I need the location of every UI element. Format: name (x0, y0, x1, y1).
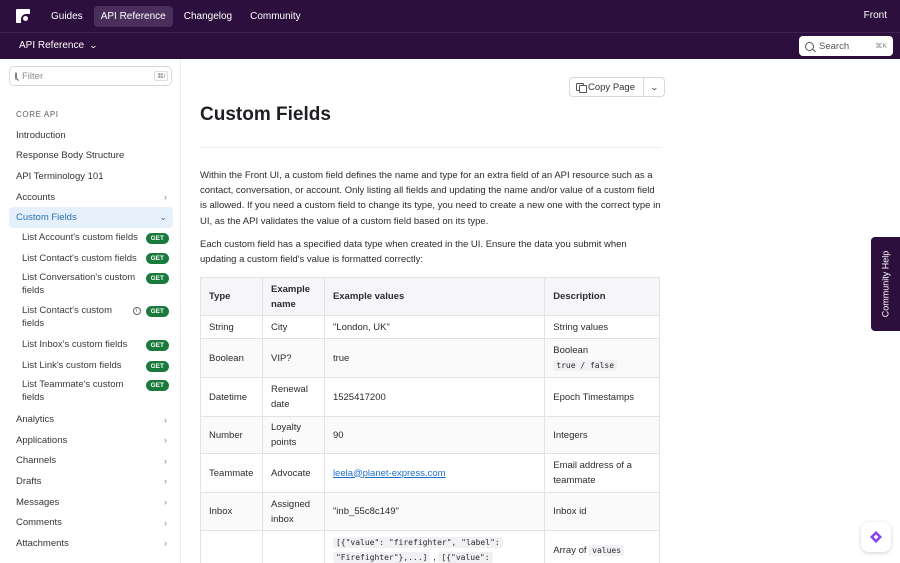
search-shortcut: ⌘K (875, 43, 887, 50)
sidebar-item-applications[interactable]: Applications › (9, 430, 173, 451)
get-badge: GET (145, 273, 169, 285)
sidebar-nav: Introduction Response Body Structure API… (9, 125, 173, 554)
datatype-paragraph: Each custom field has a specified data t… (200, 239, 627, 266)
nav-changelog[interactable]: Changelog (177, 6, 239, 27)
nav-guides[interactable]: Guides (44, 6, 90, 27)
table-row: Boolean VIP? true Boolean true / false (200, 338, 660, 378)
teammate-email-link[interactable]: leela@planet-express.com (333, 468, 446, 479)
table-row: Inbox Assigned inbox "inb_55c8c149" Inbo… (200, 492, 660, 531)
sidebar-item-comments[interactable]: Comments › (9, 512, 173, 533)
get-badge: GET (145, 232, 169, 244)
top-navbar: Guides API Reference Changelog Community… (0, 0, 900, 32)
sparkle-icon (870, 531, 882, 543)
sidebar-subitem[interactable]: List Contact's custom fields GET (9, 249, 173, 270)
header-type: Type (200, 277, 263, 316)
chevron-right-icon: › (164, 538, 167, 549)
chevron-right-icon: › (164, 517, 167, 528)
search-icon (805, 41, 814, 51)
header-description: Description (544, 277, 660, 316)
table-row: Datetime Renewal date 1525417200 Epoch T… (200, 377, 660, 417)
section-bar: API Reference ⌄ Search ⌘K (0, 32, 900, 59)
get-badge: GET (145, 339, 169, 351)
sidebar-item-attachments[interactable]: Attachments › (9, 533, 173, 554)
chevron-right-icon: › (164, 414, 167, 425)
chevron-right-icon: › (164, 476, 167, 487)
search-icon (15, 72, 17, 80)
search-button[interactable]: Search ⌘K (799, 36, 893, 56)
filter-box: ⌘/ (9, 66, 172, 86)
get-badge: GET (145, 253, 169, 265)
sidebar-subitem[interactable]: List Conversation's custom fields GET (9, 269, 173, 302)
table-row: [{"value": "firefighter", "label": "Fire… (200, 530, 660, 563)
page-title: Custom Fields (200, 104, 331, 125)
sidebar-subitem[interactable]: List Contact's custom fields i GET (9, 302, 173, 335)
header-example-name: Example name (261, 277, 325, 316)
sidebar-item-terminology[interactable]: API Terminology 101 (9, 166, 173, 187)
copy-page-label: Copy Page (588, 81, 636, 93)
chevron-right-icon: › (164, 497, 167, 508)
intro-paragraph: Within the Front UI, a custom field defi… (200, 170, 661, 227)
boolean-values-code: true / false (553, 360, 618, 371)
search-label: Search (819, 40, 850, 52)
title-divider (200, 147, 660, 148)
ai-assistant-button[interactable] (861, 522, 891, 552)
copy-page-button[interactable]: Copy Page (570, 78, 645, 96)
sidebar-subitem[interactable]: List Teammate's custom fields GET (9, 376, 173, 409)
info-icon: i (132, 307, 141, 316)
community-help-label: Community Help (880, 250, 891, 318)
chevron-down-icon: ⌄ (159, 212, 167, 223)
copy-icon (576, 82, 587, 93)
section-dropdown-label: API Reference (19, 40, 85, 51)
sidebar-subitem[interactable]: List Account's custom fields GET (9, 228, 173, 249)
copy-options-button[interactable]: ⌄ (644, 78, 664, 96)
chevron-right-icon: › (164, 435, 167, 446)
sidebar: ⌘/ CORE API Introduction Response Body S… (0, 59, 181, 563)
table-header-row: Type Example name Example values Descrip… (200, 277, 660, 316)
filter-input[interactable] (22, 70, 154, 82)
sidebar-subitem[interactable]: List Link's custom fields GET (9, 356, 173, 377)
get-badge: GET (145, 360, 169, 372)
sidebar-item-channels[interactable]: Channels › (9, 451, 173, 472)
copy-page-group: Copy Page ⌄ (569, 77, 666, 97)
community-help-tab[interactable]: Community Help (871, 237, 900, 331)
front-logo-icon[interactable] (16, 9, 30, 23)
sidebar-item-custom-fields[interactable]: Custom Fields ⌄ (9, 207, 173, 228)
section-dropdown[interactable]: API Reference ⌄ (19, 40, 99, 51)
sidebar-item-messages[interactable]: Messages › (9, 492, 173, 513)
chevron-right-icon: › (164, 192, 167, 203)
sidebar-item-accounts[interactable]: Accounts › (9, 187, 173, 208)
table-row: String City "London, UK" String values (200, 315, 660, 339)
custom-field-types-table: Type Example name Example values Descrip… (200, 277, 660, 563)
sidebar-item-response-body[interactable]: Response Body Structure (9, 146, 173, 167)
main-content: Copy Page ⌄ Custom Fields Within the Fro… (181, 59, 900, 563)
sidebar-subitem[interactable]: List Inbox's custom fields GET (9, 335, 173, 356)
get-badge: GET (145, 306, 169, 318)
table-row: Number Loyalty points 90 Integers (200, 416, 660, 454)
table-row: Teammate Advocate leela@planet-express.c… (200, 453, 660, 493)
filter-shortcut: ⌘/ (154, 71, 169, 81)
chevron-right-icon: › (164, 455, 167, 466)
header-example-values: Example values (323, 277, 546, 316)
chevron-down-icon: ⌄ (88, 41, 99, 50)
nav-api-reference[interactable]: API Reference (93, 5, 173, 27)
sidebar-item-analytics[interactable]: Analytics › (9, 409, 173, 430)
section-title: CORE API (16, 110, 59, 119)
nav-community[interactable]: Community (243, 6, 308, 27)
get-badge: GET (145, 380, 169, 392)
chevron-down-icon: ⌄ (649, 82, 659, 92)
brand-link[interactable]: Front (864, 10, 887, 21)
sidebar-item-drafts[interactable]: Drafts › (9, 471, 173, 492)
sidebar-item-introduction[interactable]: Introduction (9, 125, 173, 146)
